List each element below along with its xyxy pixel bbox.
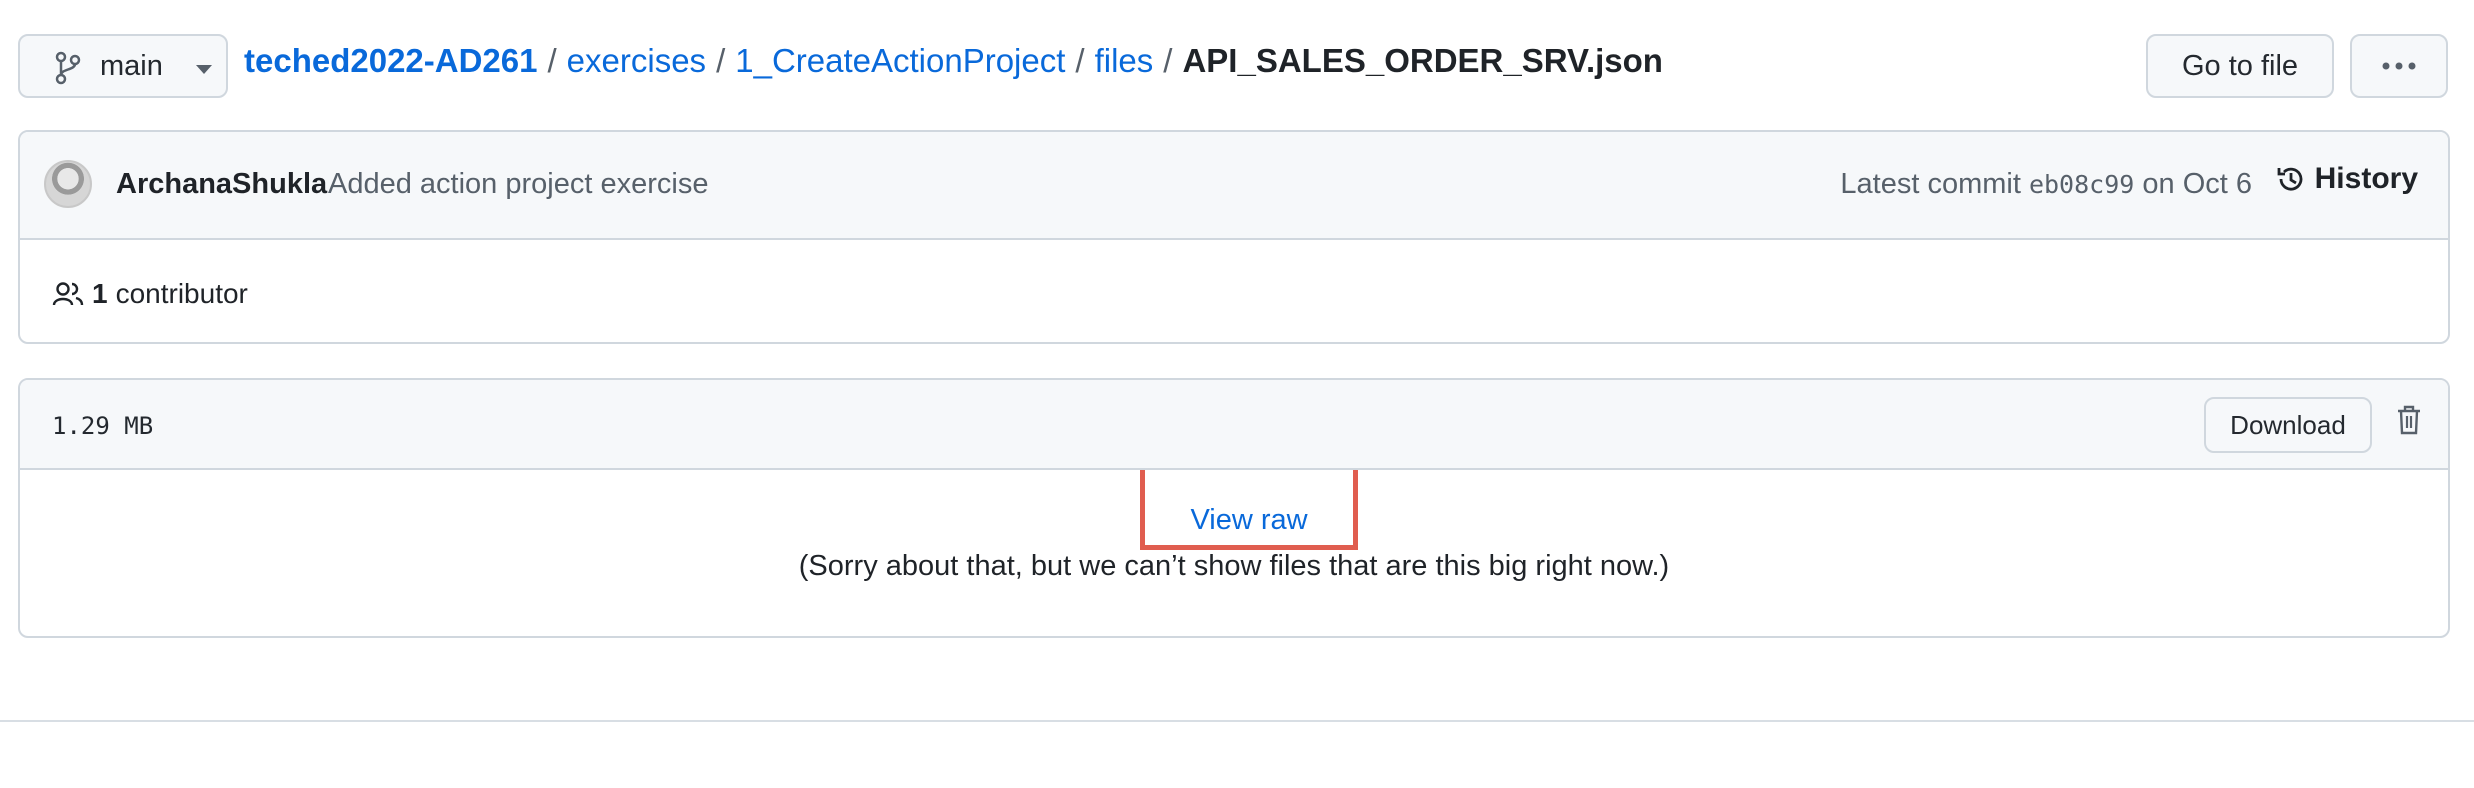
commit-author-link[interactable]: ArchanaShukla bbox=[116, 168, 327, 201]
avatar[interactable] bbox=[44, 160, 92, 208]
commit-date: on Oct 6 bbox=[2142, 168, 2252, 200]
contributor-count: 1 bbox=[92, 278, 108, 309]
branch-selector-button[interactable]: main bbox=[18, 34, 228, 98]
file-too-large-message: (Sorry about that, but we can’t show fil… bbox=[798, 550, 1670, 582]
view-raw-link[interactable]: View raw bbox=[1145, 504, 1353, 537]
latest-commit-info: Latest commit eb08c99 on Oct 6 bbox=[1840, 168, 2252, 201]
chevron-down-icon bbox=[196, 65, 212, 74]
breadcrumb-link-files[interactable]: files bbox=[1095, 42, 1154, 79]
people-icon bbox=[52, 282, 84, 306]
breadcrumb: teched2022-AD261/exercises/1_CreateActio… bbox=[244, 42, 1663, 80]
file-header: 1.29 MB Download bbox=[20, 380, 2448, 470]
breadcrumb-link-exercises[interactable]: exercises bbox=[567, 42, 706, 79]
file-size: 1.29 MB bbox=[52, 412, 154, 440]
breadcrumb-separator: / bbox=[716, 42, 726, 79]
latest-commit-label: Latest commit bbox=[1840, 168, 2021, 200]
footer-divider bbox=[0, 720, 2474, 722]
breadcrumb-repo-link[interactable]: teched2022-AD261 bbox=[244, 42, 538, 79]
view-raw-highlight-box: View raw bbox=[1140, 470, 1358, 550]
commit-sha-link[interactable]: eb08c99 bbox=[2029, 170, 2134, 199]
download-button[interactable]: Download bbox=[2204, 397, 2372, 453]
go-to-file-button[interactable]: Go to file bbox=[2146, 34, 2334, 98]
commit-message-link[interactable]: Added action project exercise bbox=[328, 168, 708, 201]
git-branch-icon bbox=[55, 51, 81, 85]
breadcrumb-separator: / bbox=[1163, 42, 1173, 79]
latest-commit-box: ArchanaShukla Added action project exerc… bbox=[18, 130, 2450, 344]
current-file-name: API_SALES_ORDER_SRV.json bbox=[1182, 42, 1663, 79]
history-link[interactable]: History bbox=[2275, 162, 2418, 196]
history-icon bbox=[2277, 167, 2303, 191]
breadcrumb-link-createactionproject[interactable]: 1_CreateActionProject bbox=[735, 42, 1065, 79]
trash-icon[interactable] bbox=[2396, 404, 2422, 436]
more-options-button[interactable] bbox=[2350, 34, 2448, 98]
contributor-label: contributor bbox=[115, 278, 248, 309]
breadcrumb-separator: / bbox=[547, 42, 557, 79]
commit-row: ArchanaShukla Added action project exerc… bbox=[20, 132, 2448, 240]
history-label: History bbox=[2314, 162, 2418, 195]
breadcrumb-separator: / bbox=[1075, 42, 1085, 79]
branch-name: main bbox=[100, 50, 163, 82]
contributors-link[interactable]: 1 contributor bbox=[52, 278, 248, 310]
file-viewer: 1.29 MB Download View raw (Sorry about t… bbox=[18, 378, 2450, 638]
kebab-horizontal-icon bbox=[2382, 62, 2416, 70]
